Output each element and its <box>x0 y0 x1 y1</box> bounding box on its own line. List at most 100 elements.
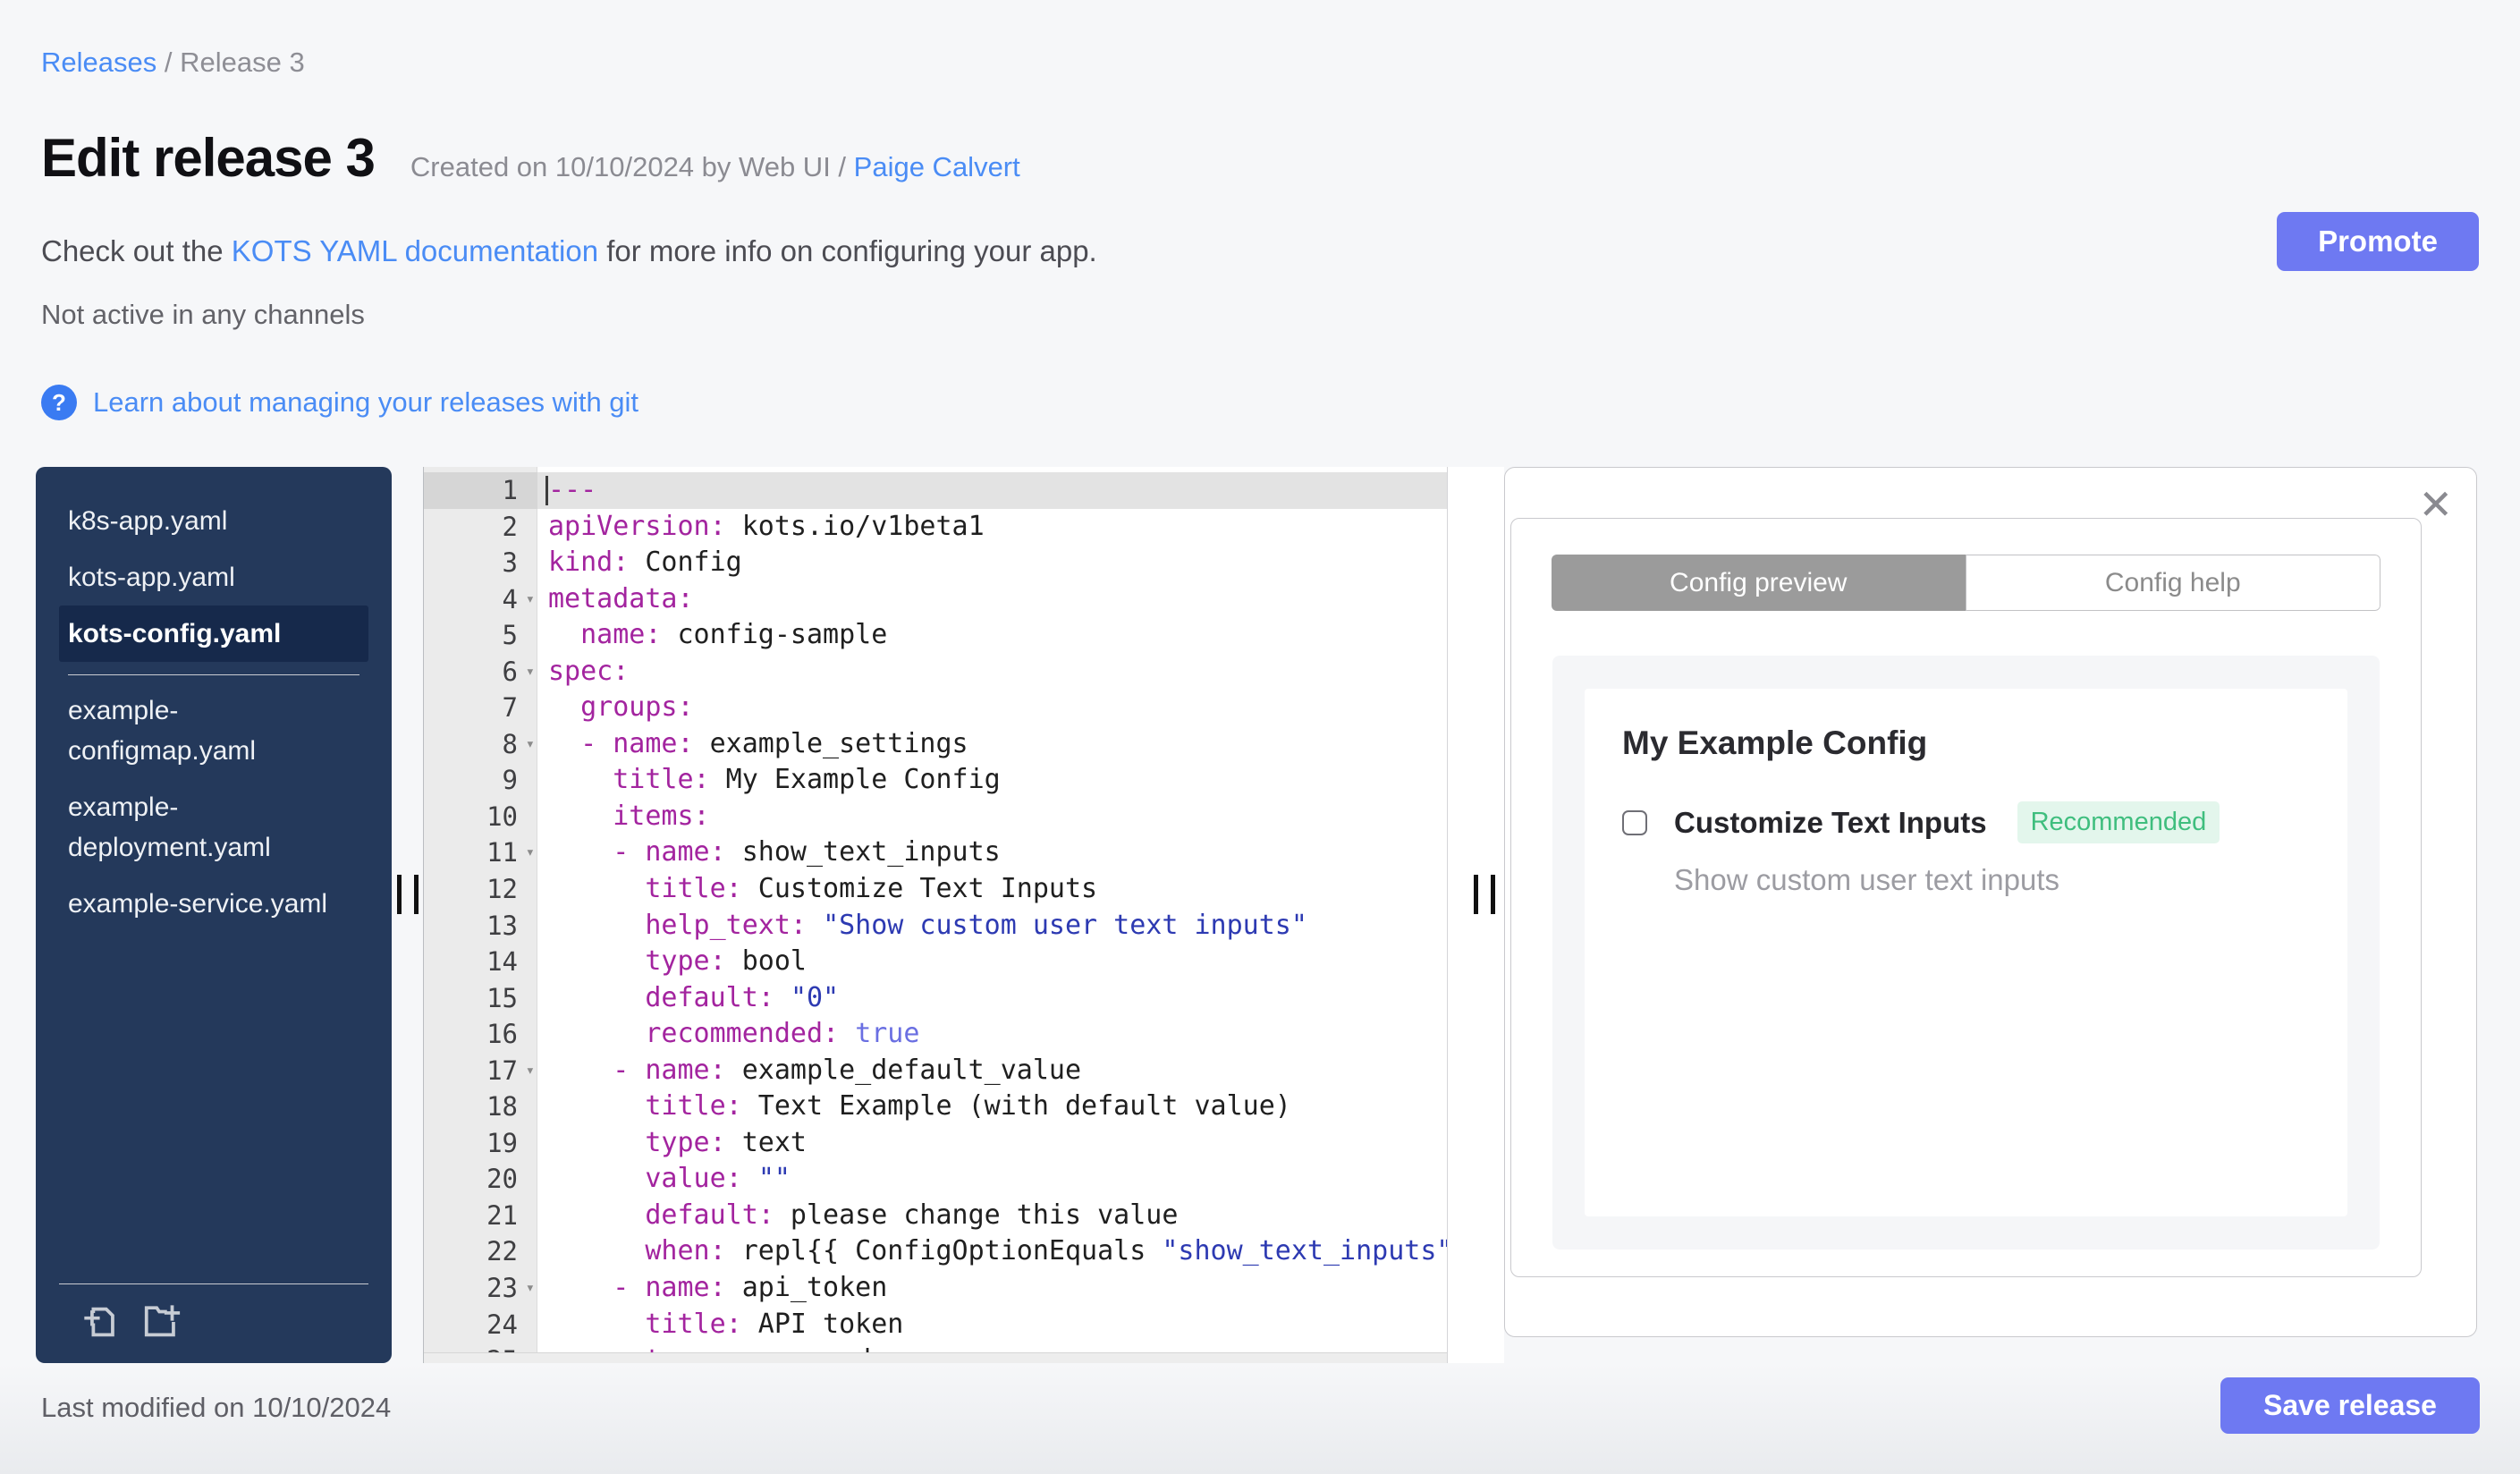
tab-config-help[interactable]: Config help <box>1965 555 2380 611</box>
yaml-editor[interactable]: 1 --- 2 apiVersion: kots.io/v1beta1 3 kind: C… <box>423 467 1447 1363</box>
line-content[interactable]: metadata: <box>537 581 1447 618</box>
learn-row: ? Learn about managing your releases wit… <box>41 385 638 420</box>
drag-grip-icon[interactable] <box>1474 875 1495 914</box>
line-content[interactable]: - name: example_settings <box>537 726 1447 763</box>
drag-grip-icon[interactable] <box>397 875 419 914</box>
line-content[interactable]: - name: show_text_inputs <box>537 834 1447 871</box>
config-item-help-text: Show custom user text inputs <box>1674 863 2060 896</box>
code-line-16[interactable]: 16 recommended: true <box>424 1016 1447 1053</box>
code-line-6[interactable]: 6 ▾ spec: <box>424 654 1447 690</box>
code-line-1[interactable]: 1 --- <box>424 472 1447 509</box>
line-content[interactable]: spec: <box>537 654 1447 690</box>
line-content[interactable]: title: Customize Text Inputs <box>537 871 1447 908</box>
new-file-icon[interactable] <box>78 1299 124 1345</box>
code-line-7[interactable]: 7 groups: <box>424 690 1447 726</box>
created-text: Created on 10/10/2024 by Web UI / <box>410 151 854 182</box>
page-title: Edit release 3 <box>41 128 376 188</box>
line-content[interactable]: groups: <box>537 690 1447 726</box>
sidebar-file-kots-app.yaml[interactable]: kots-app.yaml <box>59 549 368 606</box>
code-line-12[interactable]: 12 title: Customize Text Inputs <box>424 871 1447 908</box>
code-line-18[interactable]: 18 title: Text Example (with default val… <box>424 1089 1447 1125</box>
code-line-14[interactable]: 14 type: bool <box>424 944 1447 980</box>
breadcrumb: Releases / Release 3 <box>41 47 305 79</box>
line-content[interactable]: --- <box>537 472 1447 509</box>
line-number: 11 ▾ <box>424 834 537 871</box>
code-line-20[interactable]: 20 value: "" <box>424 1161 1447 1198</box>
sidebar-file-example-service.yaml[interactable]: example-service.yaml <box>59 876 368 932</box>
code-line-8[interactable]: 8 ▾ - name: example_settings <box>424 726 1447 763</box>
code-line-3[interactable]: 3 kind: Config <box>424 545 1447 581</box>
code-line-11[interactable]: 11 ▾ - name: show_text_inputs <box>424 834 1447 871</box>
code-line-23[interactable]: 23 ▾ - name: api_token <box>424 1270 1447 1307</box>
code-line-9[interactable]: 9 title: My Example Config <box>424 762 1447 799</box>
line-content[interactable]: type: text <box>537 1125 1447 1162</box>
code-line-5[interactable]: 5 name: config-sample <box>424 617 1447 654</box>
close-icon[interactable]: ✕ <box>2418 484 2453 525</box>
recommended-badge: Recommended <box>2017 801 2220 843</box>
sidebar-actions <box>78 1299 185 1345</box>
line-content[interactable]: recommended: true <box>537 1016 1447 1053</box>
line-number: 3 <box>502 547 518 579</box>
tab-config-preview[interactable]: Config preview <box>1552 555 1966 611</box>
git-releases-link[interactable]: Learn about managing your releases with … <box>93 386 638 419</box>
save-release-button[interactable]: Save release <box>2220 1377 2480 1434</box>
panel-resize-handle[interactable] <box>1447 467 1504 1363</box>
line-content[interactable]: title: API token <box>537 1307 1447 1343</box>
code-line-2[interactable]: 2 apiVersion: kots.io/v1beta1 <box>424 509 1447 546</box>
editor-horizontal-scrollbar[interactable] <box>424 1352 1447 1363</box>
code-line-10[interactable]: 10 items: <box>424 799 1447 835</box>
fold-arrow-icon[interactable]: ▾ <box>526 834 535 871</box>
code-line-24[interactable]: 24 title: API token <box>424 1307 1447 1343</box>
config-preview-card: My Example Config Customize Text Inputs … <box>1585 689 2347 1216</box>
line-content[interactable]: value: "" <box>537 1161 1447 1198</box>
fold-arrow-icon[interactable]: ▾ <box>526 726 535 763</box>
line-number: 12 <box>486 874 518 905</box>
sidebar-resize-handle[interactable] <box>392 467 423 1363</box>
sidebar-file-example-deployment.yaml[interactable]: example-deployment.yaml <box>59 779 368 876</box>
line-number: 16 <box>486 1019 518 1050</box>
line-content[interactable]: - name: api_token <box>537 1270 1447 1307</box>
fold-arrow-icon[interactable]: ▾ <box>526 1053 535 1089</box>
line-number: 9 <box>502 765 518 796</box>
fold-arrow-icon[interactable]: ▾ <box>526 1270 535 1307</box>
sidebar-file-k8s-app.yaml[interactable]: k8s-app.yaml <box>59 493 368 549</box>
code-line-21[interactable]: 21 default: please change this value <box>424 1198 1447 1234</box>
line-content[interactable]: type: bool <box>537 944 1447 980</box>
line-content[interactable]: items: <box>537 799 1447 835</box>
docs-prefix: Check out the <box>41 234 232 267</box>
sidebar-file-kots-config.yaml[interactable]: kots-config.yaml <box>59 606 368 662</box>
line-content[interactable]: - name: example_default_value <box>537 1053 1447 1089</box>
breadcrumb-releases-link[interactable]: Releases <box>41 47 156 78</box>
customize-text-inputs-checkbox[interactable] <box>1622 809 1647 835</box>
line-content[interactable]: help_text: "Show custom user text inputs… <box>537 908 1447 945</box>
line-content[interactable]: title: My Example Config <box>537 762 1447 799</box>
line-content[interactable]: kind: Config <box>537 545 1447 581</box>
line-content[interactable]: default: please change this value <box>537 1198 1447 1234</box>
line-content[interactable]: default: "0" <box>537 980 1447 1017</box>
code-line-4[interactable]: 4 ▾ metadata: <box>424 581 1447 618</box>
promote-button[interactable]: Promote <box>2277 212 2479 271</box>
line-content[interactable]: name: config-sample <box>537 617 1447 654</box>
code-line-15[interactable]: 15 default: "0" <box>424 980 1447 1017</box>
fold-arrow-icon[interactable]: ▾ <box>526 581 535 618</box>
line-number: 21 <box>486 1199 518 1231</box>
code-line-22[interactable]: 22 when: repl{{ ConfigOptionEquals "show… <box>424 1233 1447 1270</box>
line-number: 6 ▾ <box>424 654 537 690</box>
code-line-13[interactable]: 13 help_text: "Show custom user text inp… <box>424 908 1447 945</box>
file-list-divider <box>68 674 359 675</box>
line-number: 19 <box>486 1127 518 1158</box>
docs-line: Check out the KOTS YAML documentation fo… <box>41 234 1097 268</box>
fold-arrow-icon[interactable]: ▾ <box>526 654 535 690</box>
line-content[interactable]: title: Text Example (with default value) <box>537 1089 1447 1125</box>
kots-yaml-docs-link[interactable]: KOTS YAML documentation <box>232 234 598 267</box>
help-question-icon[interactable]: ? <box>41 385 77 420</box>
sidebar-file-example-configmap.yaml[interactable]: example-configmap.yaml <box>59 682 368 779</box>
line-content[interactable]: when: repl{{ ConfigOptionEquals "show_te… <box>537 1233 1447 1270</box>
code-line-19[interactable]: 19 type: text <box>424 1125 1447 1162</box>
line-content[interactable]: apiVersion: kots.io/v1beta1 <box>537 509 1447 546</box>
line-number: 24 <box>486 1309 518 1340</box>
code-line-17[interactable]: 17 ▾ - name: example_default_value <box>424 1053 1447 1089</box>
panel-tabs: Config preview Config help <box>1552 555 2380 611</box>
new-folder-icon[interactable] <box>139 1299 185 1345</box>
author-link[interactable]: Paige Calvert <box>854 151 1020 182</box>
